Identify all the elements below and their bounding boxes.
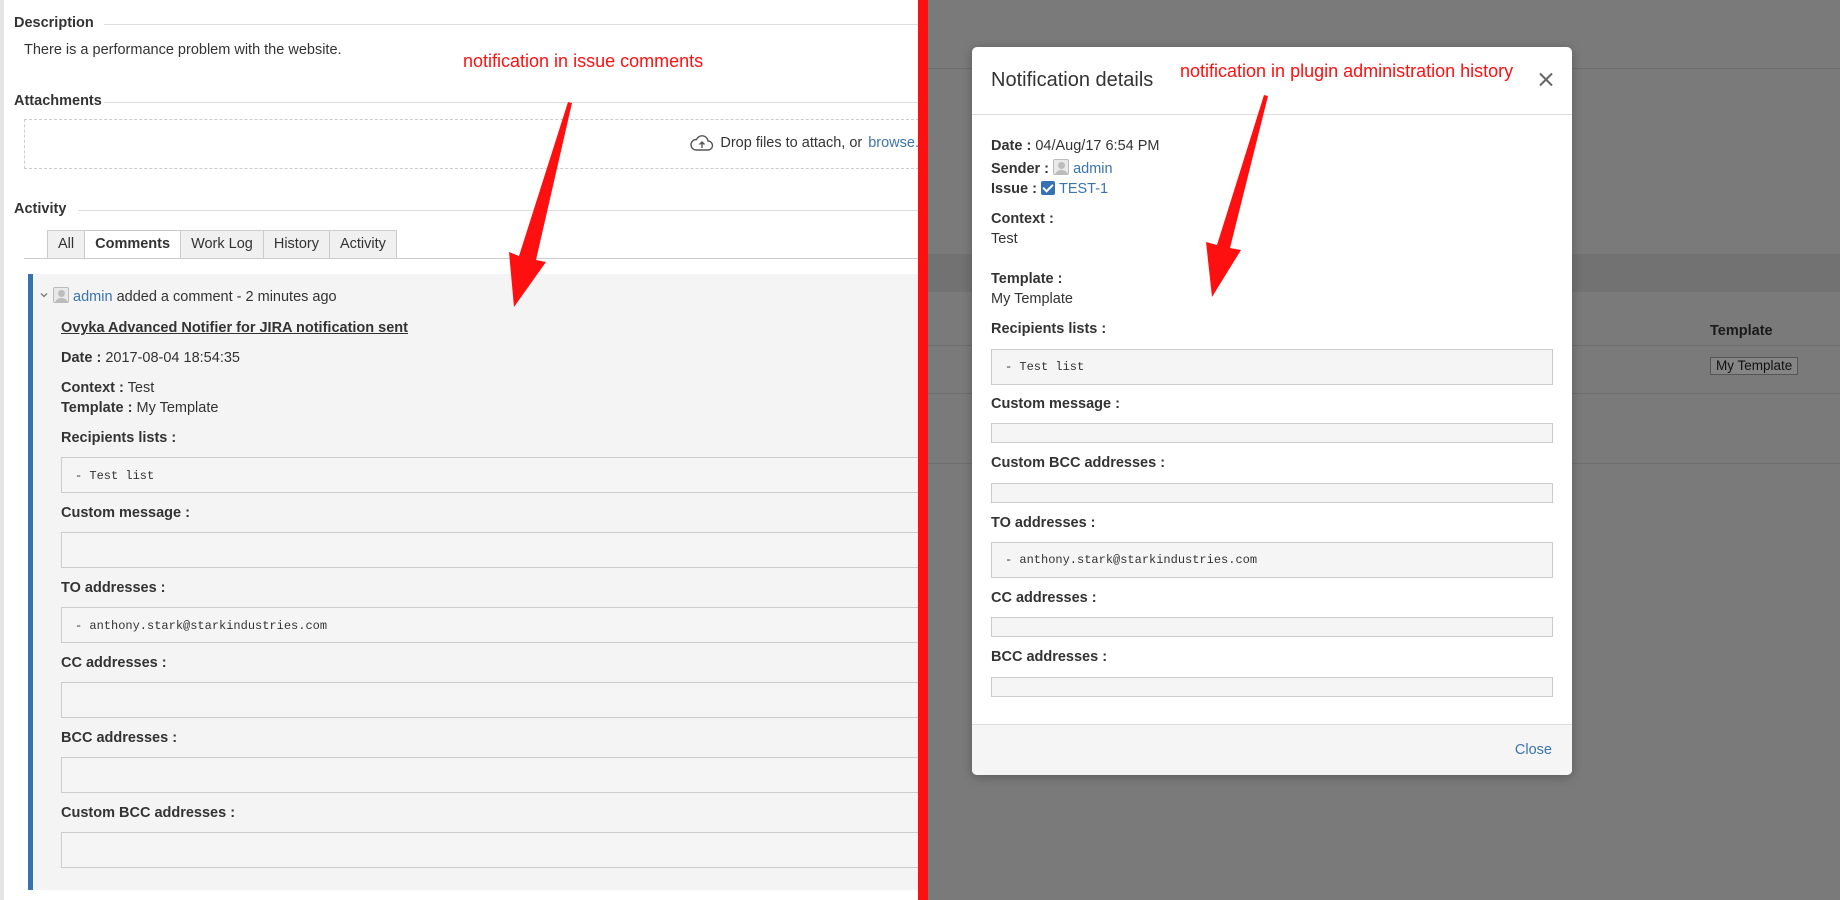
template-value: My Template bbox=[136, 400, 219, 416]
bg-template-value: My Template bbox=[1710, 357, 1799, 375]
context-value: Test bbox=[991, 231, 1018, 247]
bcc-addresses-label: BCC addresses : bbox=[991, 649, 1108, 665]
date-label: Date : bbox=[991, 138, 1032, 154]
cc-addresses-label: CC addresses : bbox=[991, 590, 1097, 606]
task-checkbox-icon bbox=[1040, 181, 1055, 195]
comment-header: admin added a comment - 2 minutes ago bbox=[39, 287, 337, 305]
recipients-box: - Test list bbox=[991, 349, 1553, 385]
template-label: Template : bbox=[61, 400, 133, 416]
activity-divider bbox=[78, 210, 918, 211]
sender-label: Sender : bbox=[991, 161, 1050, 177]
bcc-addresses-box bbox=[991, 677, 1553, 697]
comment-template: Template : My Template bbox=[61, 400, 218, 416]
screenshot-divider bbox=[918, 0, 928, 900]
avatar-icon bbox=[1053, 159, 1070, 175]
notification-details-dialog: Notification details Date : 04/Aug/17 6:… bbox=[972, 47, 1572, 775]
cc-addresses-label: CC addresses : bbox=[61, 655, 167, 671]
sender-link[interactable]: admin bbox=[1073, 161, 1113, 177]
cc-addresses-box bbox=[61, 682, 918, 718]
issue-view-pane: Description There is a performance probl… bbox=[0, 0, 918, 900]
custom-bcc-label: Custom BCC addresses : bbox=[61, 805, 236, 821]
dropzone-text: Drop files to attach, or bbox=[720, 135, 863, 151]
template-value: My Template bbox=[991, 291, 1073, 307]
context-value: Test bbox=[127, 380, 155, 396]
context-label: Context : bbox=[61, 380, 124, 396]
dialog-sender: Sender : admin bbox=[991, 159, 1113, 177]
custom-bcc-box bbox=[991, 483, 1553, 503]
custom-message-label: Custom message : bbox=[991, 396, 1120, 412]
comment-block: admin added a comment - 2 minutes ago Ov… bbox=[28, 274, 918, 890]
description-heading: Description bbox=[14, 15, 94, 31]
to-addresses-label: TO addresses : bbox=[991, 515, 1096, 531]
comment-context: Context : Test bbox=[61, 380, 154, 396]
dialog-title: Notification details bbox=[991, 69, 1154, 91]
custom-message-box bbox=[991, 423, 1553, 443]
activity-tabs: All Comments Work Log History Activity bbox=[47, 230, 397, 260]
dialog-date: Date : 04/Aug/17 6:54 PM bbox=[991, 138, 1159, 154]
recipients-label: Recipients lists : bbox=[991, 321, 1107, 337]
date-label: Date : bbox=[61, 350, 102, 366]
annotation-admin-history: notification in plugin administration hi… bbox=[1180, 61, 1514, 81]
tab-all[interactable]: All bbox=[47, 230, 85, 259]
recipients-label: Recipients lists : bbox=[61, 430, 177, 446]
date-value: 04/Aug/17 6:54 PM bbox=[1035, 138, 1160, 154]
annotation-issue-comments: notification in issue comments bbox=[463, 51, 704, 71]
browse-link[interactable]: browse. bbox=[868, 135, 918, 151]
comment-title: Ovyka Advanced Notifier for JIRA notific… bbox=[61, 320, 408, 336]
avatar-icon bbox=[53, 287, 69, 303]
comment-date: Date : 2017-08-04 18:54:35 bbox=[61, 350, 240, 366]
comment-action-text: added a comment - 2 minutes ago bbox=[116, 289, 337, 305]
attachment-dropzone[interactable]: Drop files to attach, or browse. bbox=[24, 119, 918, 169]
recipients-box: - Test list bbox=[61, 457, 918, 493]
bcc-addresses-box bbox=[61, 757, 918, 793]
cc-addresses-box bbox=[991, 617, 1553, 637]
dialog-issue: Issue : TEST-1 bbox=[991, 181, 1108, 197]
custom-message-box bbox=[61, 532, 918, 568]
to-addresses-box: - anthony.stark@starkindustries.com bbox=[991, 542, 1553, 578]
context-label: Context : bbox=[991, 211, 1054, 227]
custom-message-label: Custom message : bbox=[61, 505, 190, 521]
chevron-down-icon[interactable] bbox=[39, 290, 49, 300]
to-addresses-box: - anthony.stark@starkindustries.com bbox=[61, 607, 918, 643]
issue-label: Issue : bbox=[991, 181, 1037, 197]
attachments-heading: Attachments bbox=[14, 93, 102, 109]
close-icon[interactable] bbox=[1538, 71, 1554, 87]
to-addresses-label: TO addresses : bbox=[61, 580, 166, 596]
bg-template-header: Template bbox=[1710, 323, 1773, 339]
activity-heading: Activity bbox=[14, 201, 67, 217]
dialog-header: Notification details bbox=[972, 47, 1572, 115]
bcc-addresses-label: BCC addresses : bbox=[61, 730, 178, 746]
issue-link[interactable]: TEST-1 bbox=[1059, 181, 1108, 197]
template-label: Template : bbox=[991, 271, 1063, 287]
tab-comments[interactable]: Comments bbox=[84, 230, 181, 260]
dialog-footer: Close bbox=[972, 724, 1572, 775]
date-value: 2017-08-04 18:54:35 bbox=[105, 350, 240, 366]
custom-bcc-label: Custom BCC addresses : bbox=[991, 455, 1166, 471]
tab-activity[interactable]: Activity bbox=[328, 230, 397, 259]
tab-work-log[interactable]: Work Log bbox=[180, 230, 263, 259]
attachments-divider bbox=[104, 102, 918, 103]
custom-bcc-box bbox=[61, 832, 918, 868]
comment-author-link[interactable]: admin bbox=[73, 289, 113, 305]
tabs-underline bbox=[24, 258, 918, 259]
close-button[interactable]: Close bbox=[1515, 742, 1552, 758]
description-divider bbox=[104, 24, 918, 25]
cloud-upload-icon bbox=[690, 135, 714, 151]
description-text: There is a performance problem with the … bbox=[24, 42, 342, 58]
tab-history[interactable]: History bbox=[262, 230, 329, 259]
